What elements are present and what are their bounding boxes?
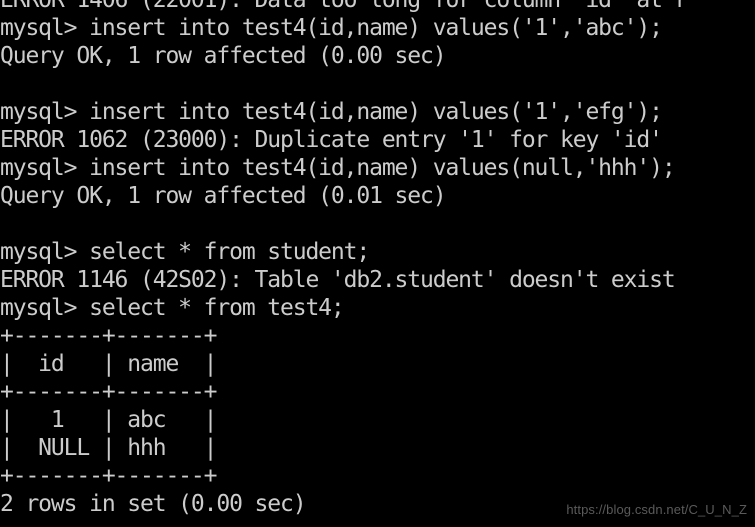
console-line-error-1146: ERROR 1146 (42S02): Table 'db2.student' … [0,267,676,293]
console-output: ERROR 1406 (22001): Data too long for co… [0,0,755,518]
result-table-border-top: +-------+-------+ [0,323,217,349]
result-table-border-mid: +-------+-------+ [0,379,217,405]
result-table-header-row: | id | name | [0,351,217,377]
console-line-error-1062: ERROR 1062 (23000): Duplicate entry '1' … [0,127,663,153]
console-line-blank-1 [0,70,755,98]
console-line-error-1406: ERROR 1406 (22001): Data too long for co… [0,0,688,13]
watermark-url: https://blog.csdn.net/C_U_N_Z [566,502,747,517]
console-line-command-insert-abc: mysql> insert into test4(id,name) values… [0,15,663,41]
result-table-row: | NULL | hhh | [0,435,217,461]
console-line-command-insert-efg: mysql> insert into test4(id,name) values… [0,99,663,125]
console-line-status-query-ok-1: Query OK, 1 row affected (0.00 sec) [0,43,447,69]
console-line-command-select-test4: mysql> select * from test4; [0,295,345,321]
result-table-row: | 1 | abc | [0,407,217,433]
terminal-window[interactable]: ERROR 1406 (22001): Data too long for co… [0,0,755,527]
console-line-blank-2 [0,210,755,238]
console-line-command-insert-hhh: mysql> insert into test4(id,name) values… [0,155,676,181]
console-line-command-select-student: mysql> select * from student; [0,239,370,265]
result-table-border-bottom: +-------+-------+ [0,463,217,489]
console-line-status-query-ok-2: Query OK, 1 row affected (0.01 sec) [0,183,447,209]
